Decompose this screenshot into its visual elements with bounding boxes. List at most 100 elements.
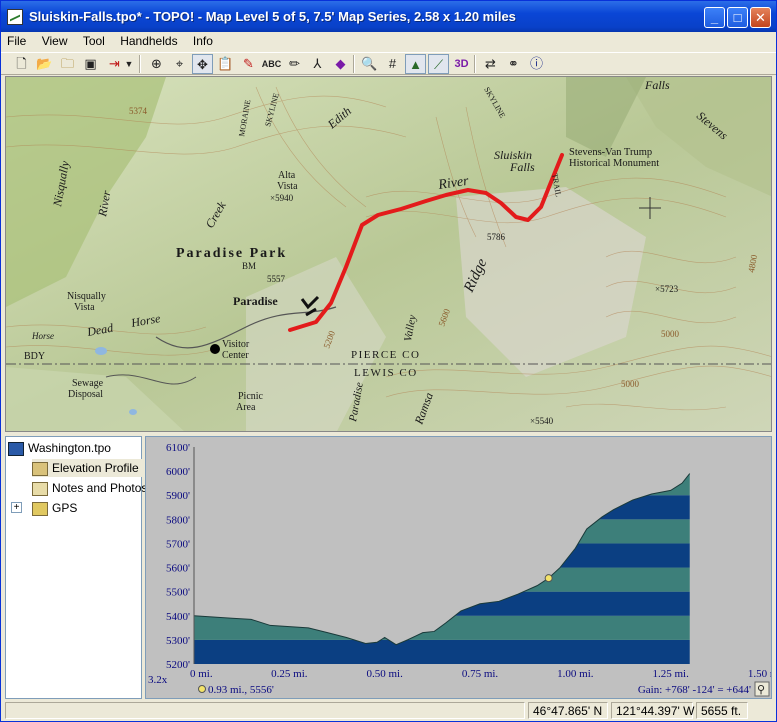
- map-label-vista: Vista: [277, 181, 298, 192]
- menu-tool-label: Tool: [82, 34, 105, 48]
- map-label-5786: 5786: [487, 232, 506, 242]
- tree-item-label: Notes and Photos: [52, 481, 148, 495]
- tree-item-label: Elevation Profile: [52, 461, 139, 475]
- menu-info[interactable]: Info: [187, 32, 219, 52]
- map-label-nisqually-vista-2: Vista: [74, 302, 95, 313]
- grid-icon[interactable]: #: [382, 54, 403, 74]
- topo-map[interactable]: Sluiskin Falls Stevens-Van Trump Histori…: [5, 76, 772, 432]
- maximize-button[interactable]: □: [727, 7, 748, 28]
- waypoint-icon[interactable]: ◆: [330, 54, 351, 74]
- menu-file-label: File: [7, 34, 27, 48]
- 3d-view-icon[interactable]: 3D: [451, 54, 472, 74]
- profile-cursor-marker: [544, 574, 553, 583]
- pin-icon[interactable]: ✎: [238, 54, 259, 74]
- map-label-center: Center: [222, 350, 249, 361]
- elevation-band: [194, 543, 690, 568]
- profile-tool-icon[interactable]: ⟋: [428, 54, 449, 74]
- elevation-band: [194, 447, 766, 471]
- status-latitude: 46°47.865' N: [528, 702, 608, 719]
- shaded-relief-icon[interactable]: ▲: [405, 54, 426, 74]
- status-bar: 46°47.865' N 121°44.397' W 5655 ft.: [1, 700, 776, 721]
- tree-root[interactable]: Washington.tpo: [8, 439, 111, 457]
- magnifier-icon[interactable]: 🔍: [359, 54, 380, 74]
- dropdown-arrow-icon[interactable]: ▼: [123, 54, 135, 74]
- elevation-band: [194, 639, 690, 664]
- project-tree: Washington.tpo Elevation Profile Notes a…: [5, 436, 147, 699]
- close-button[interactable]: ✕: [750, 7, 771, 28]
- visitor-center-marker: [210, 344, 220, 354]
- zoom-readout: 3.2x: [148, 674, 168, 686]
- map-label-5540: ×5540: [530, 416, 554, 426]
- y-tick-label: 5800': [166, 514, 190, 526]
- y-tick-label: 5900': [166, 490, 190, 502]
- y-tick-label: 5300': [166, 635, 190, 647]
- minimize-button[interactable]: _: [704, 7, 725, 28]
- x-tick-label: 0.50 mi.: [366, 668, 403, 680]
- status-elevation: 5655 ft.: [696, 702, 748, 719]
- magnifier-icon[interactable]: ⚲: [757, 684, 765, 696]
- map-label-pierce-co: PIERCE CO: [351, 349, 420, 361]
- map-label-falls-2: Falls: [644, 78, 670, 92]
- save-icon[interactable]: ▣: [80, 54, 101, 74]
- export-icon[interactable]: ⇥: [104, 54, 125, 74]
- map-label-5000: 5000: [621, 379, 640, 389]
- map-label-5557: 5557: [267, 274, 286, 284]
- find-icon[interactable]: ⚭: [503, 54, 524, 74]
- notes-icon: [32, 481, 48, 496]
- pencil-icon[interactable]: ✏: [284, 54, 305, 74]
- zoom-icon[interactable]: ⊕: [146, 54, 167, 74]
- move-icon[interactable]: ✥: [192, 54, 213, 74]
- x-tick-label: 0 mi.: [190, 668, 213, 680]
- elevation-band: [194, 473, 690, 496]
- map-label-historical-monument: Historical Monument: [569, 158, 659, 169]
- x-tick-label: 1.00 mi.: [557, 668, 594, 680]
- folder-icon: [32, 461, 48, 476]
- tree-item-label: GPS: [52, 501, 78, 515]
- status-longitude: 121°44.397' W: [611, 702, 694, 719]
- map-label-bdy: BDY: [24, 351, 45, 362]
- toolbar-separator-3: [474, 55, 476, 73]
- x-tick-label: 0.25 mi.: [271, 668, 308, 680]
- toolbar: 🗋 📂 🗀 ▣ ⇥ ▼ ⊕ ⌖ ✥ 📋 ✎ ABC ✏ ⅄ ◆ 🔍 # ▲ ⟋ …: [1, 52, 776, 75]
- title-bar[interactable]: Sluiskin-Falls.tpo* - TOPO! - Map Level …: [1, 1, 776, 32]
- window-title: Sluiskin-Falls.tpo* - TOPO! - Map Level …: [29, 9, 516, 24]
- elevation-profile-panel[interactable]: 6100' 6000' 5900' 5800' 5700' 5600' 5500' 5400'…: [145, 436, 772, 699]
- map-label-area: Area: [236, 402, 256, 413]
- map-label-5723: ×5723: [655, 284, 679, 294]
- x-tick-label: 1.50 mi.: [748, 668, 772, 680]
- topo-file-icon: [8, 441, 24, 456]
- gain-readout: Gain: +768' -124' = +644': [638, 684, 751, 696]
- map-label-disposal: Disposal: [68, 389, 103, 400]
- y-tick-label: 5600': [166, 563, 190, 575]
- map-label-paradise-park: Paradise Park: [176, 246, 287, 261]
- handheld-icon[interactable]: ⇄: [480, 54, 501, 74]
- open-icon[interactable]: 📂: [34, 54, 55, 74]
- open-folder-icon[interactable]: 🗀: [57, 54, 78, 74]
- new-icon[interactable]: 🗋: [11, 54, 32, 74]
- elevation-band: [194, 519, 690, 544]
- y-tick-label: 5500': [166, 587, 190, 599]
- menu-tool[interactable]: Tool: [77, 32, 111, 52]
- x-tick-label: 1.25 mi.: [652, 668, 689, 680]
- app-icon[interactable]: [7, 9, 23, 25]
- text-tool-icon[interactable]: ABC: [261, 54, 282, 74]
- info-icon[interactable]: ⓘ: [526, 54, 547, 74]
- tree-item-notes-and-photos[interactable]: Notes and Photos: [32, 479, 147, 497]
- map-label-alta: Alta: [278, 170, 296, 181]
- menu-handhelds[interactable]: Handhelds: [114, 32, 183, 52]
- center-icon[interactable]: ⌖: [169, 54, 190, 74]
- tree-item-gps[interactable]: GPS: [32, 499, 77, 517]
- route-icon[interactable]: ⅄: [307, 54, 328, 74]
- map-label-5000-2: 5000: [661, 329, 680, 339]
- status-message: [5, 702, 525, 719]
- expand-button[interactable]: +: [11, 502, 22, 513]
- topo-map-canvas[interactable]: Sluiskin Falls Stevens-Van Trump Histori…: [6, 77, 772, 432]
- map-label-picnic: Picnic: [238, 391, 264, 402]
- paste-icon[interactable]: 📋: [215, 54, 236, 74]
- map-label-sewage: Sewage: [72, 378, 104, 389]
- tree-item-elevation-profile[interactable]: Elevation Profile: [32, 459, 143, 477]
- x-tick-label: 0.75 mi.: [462, 668, 499, 680]
- elevation-profile-chart[interactable]: 6100' 6000' 5900' 5800' 5700' 5600' 5500' 5400'…: [146, 437, 772, 699]
- menu-view[interactable]: View: [36, 32, 74, 52]
- menu-file[interactable]: File: [1, 32, 32, 52]
